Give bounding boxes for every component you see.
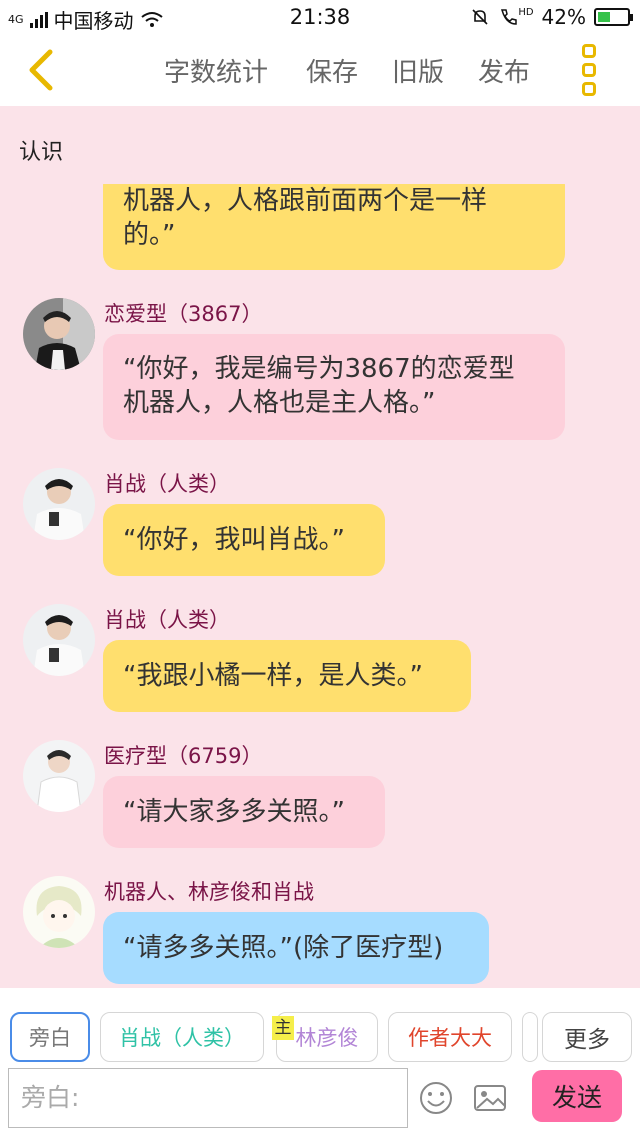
message-text-line: “你好，我是编号为3867的恋爱型 [123, 354, 515, 384]
speaker-name: 机器人、林彦俊和肖战 [104, 880, 314, 904]
character-chip-narration[interactable]: 旁白 [10, 1012, 90, 1062]
message-bubble[interactable]: “你好，我是编号为3867的恋爱型 机器人，人格也是主人格。” [103, 334, 565, 440]
call-icon [501, 9, 518, 25]
mute-bell-icon [472, 9, 488, 25]
message-text-line: “我跟小橘一样，是人类。” [123, 661, 423, 691]
message-text-line: 机器人，人格也是主人格。” [123, 388, 436, 418]
chat-list[interactable]: 机器人，人格跟前面两个是一样 的。” 恋爱型（3867） “你好，我是编号为38… [0, 184, 640, 988]
publish-button[interactable]: 发布 [478, 52, 530, 89]
avatar[interactable] [23, 298, 95, 370]
character-chip-xiao-zhan[interactable]: 肖战（人类） [100, 1012, 264, 1062]
send-button[interactable]: 发送 [532, 1070, 622, 1122]
message-text-line: 的。” [123, 220, 176, 250]
chapter-title[interactable]: 认识 [19, 134, 63, 166]
speaker-name: 肖战（人类） [104, 472, 230, 496]
speaker-name: 医疗型（6759） [104, 744, 263, 768]
battery-percent: 42% [541, 5, 586, 29]
status-right: HD 42% [470, 5, 633, 29]
battery-icon [594, 8, 633, 26]
emoji-icon[interactable] [418, 1080, 454, 1116]
word-count-button[interactable]: 字数统计 [164, 52, 268, 89]
avatar[interactable] [23, 876, 95, 948]
hd-label: HD [518, 6, 534, 18]
save-button[interactable]: 保存 [306, 52, 358, 89]
chapter-content: 认识 机器人，人格跟前面两个是一样 的。” 恋爱型（3867） “你好，我是编号… [0, 106, 640, 988]
message-bubble[interactable]: “我跟小橘一样，是人类。” [103, 640, 471, 712]
message-input[interactable]: 旁白: [8, 1068, 408, 1128]
character-chip-partial[interactable] [522, 1012, 538, 1062]
status-bar: 4G 中国移动 21:38 HD 42% [0, 0, 640, 34]
more-menu-icon[interactable] [576, 44, 602, 96]
character-chip-author[interactable]: 作者大大 [388, 1012, 512, 1062]
message-bubble[interactable]: “请大家多多关照。” [103, 776, 385, 848]
avatar[interactable] [23, 468, 95, 540]
avatar[interactable] [23, 740, 95, 812]
message-text-line: “请大家多多关照。” [123, 797, 345, 827]
message-text-line: “请多多关照。”(除了医疗型) [123, 933, 444, 963]
editor-toolbar: 字数统计 保存 旧版 发布 [0, 34, 640, 106]
more-characters-button[interactable]: 更多 [542, 1012, 632, 1062]
message-bubble[interactable]: “你好，我叫肖战。” [103, 504, 385, 576]
speaker-name: 肖战（人类） [104, 608, 230, 632]
message-bubble[interactable]: “请多多关照。”(除了医疗型) [103, 912, 489, 984]
avatar[interactable] [23, 604, 95, 676]
old-version-button[interactable]: 旧版 [392, 52, 444, 89]
image-icon[interactable] [472, 1080, 508, 1116]
main-character-badge: 主 [272, 1016, 294, 1040]
speaker-name: 恋爱型（3867） [104, 302, 263, 326]
message-text-line: 机器人，人格跟前面两个是一样 [123, 186, 488, 216]
message-bubble[interactable]: 机器人，人格跟前面两个是一样 的。” [103, 184, 565, 270]
message-text-line: “你好，我叫肖战。” [123, 525, 345, 555]
composer: 旁白 肖战（人类） 林彦俊 主 作者大大 更多 旁白: 发送 [0, 988, 640, 1138]
back-chevron-icon[interactable] [20, 48, 64, 92]
